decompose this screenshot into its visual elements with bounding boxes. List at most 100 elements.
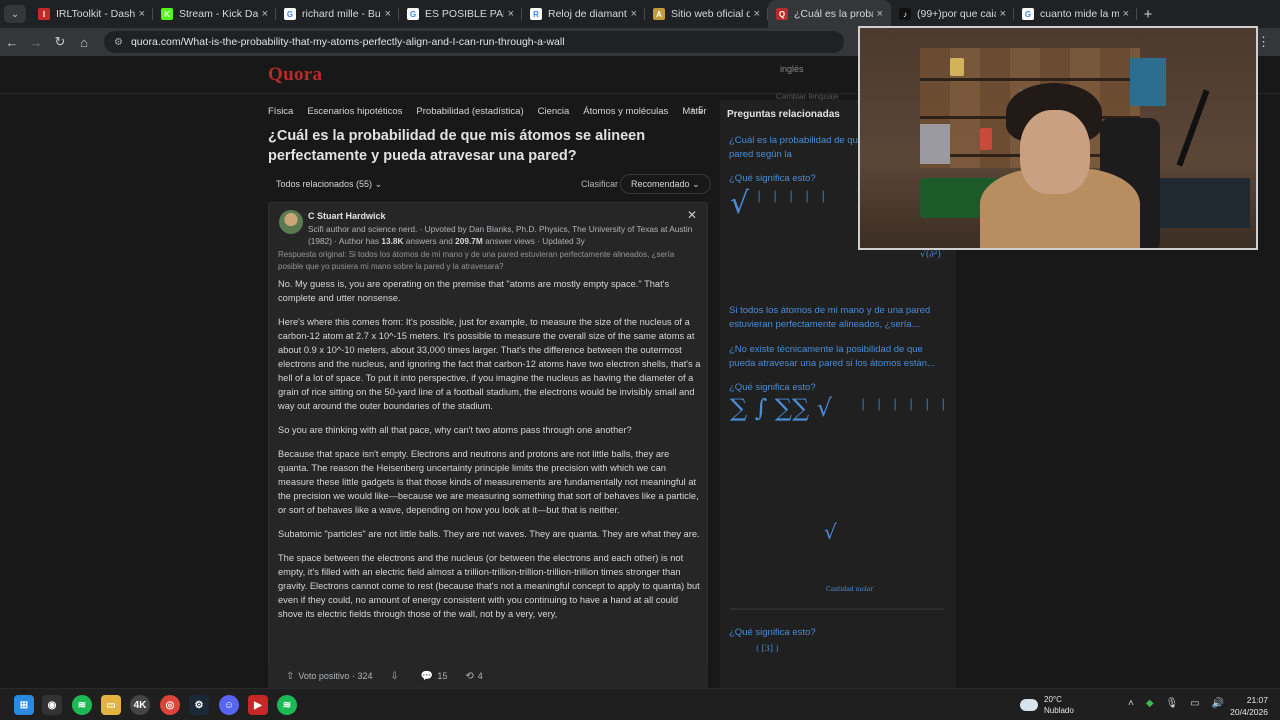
sort-value: Recomendado: [631, 179, 690, 189]
share-button[interactable]: ⟲ 4: [465, 671, 482, 682]
topic-chip[interactable]: Escenarios hipotéticos: [307, 106, 402, 117]
tab-close-icon[interactable]: ×: [508, 8, 514, 20]
site-info-icon[interactable]: ⚙: [114, 37, 123, 48]
forward-arrow-icon[interactable]: →: [24, 35, 48, 50]
chevron-down-icon: ⌄: [692, 178, 700, 189]
chevron-up-icon[interactable]: ˄: [1128, 698, 1134, 709]
downvote-button[interactable]: ⇩: [390, 671, 402, 682]
tab-title: Stream - Kick Dashbo: [179, 8, 258, 20]
new-tab-button[interactable]: +: [1137, 6, 1159, 23]
file-explorer-icon[interactable]: ▭: [101, 695, 121, 715]
all-related-filter[interactable]: Todos relacionados (55) ⌄: [276, 179, 382, 190]
webcam-figure: [950, 58, 964, 76]
upvote-button[interactable]: ⇧ Voto positivo · 324: [286, 671, 372, 682]
volume-icon[interactable]: 🔊: [1212, 698, 1224, 709]
webcam-plush: [920, 124, 950, 164]
reload-icon[interactable]: ↻: [48, 34, 72, 50]
answer-card: C Stuart Hardwick Scifi author and scien…: [268, 202, 708, 688]
credentials-updated: answer views · Updated 3y: [482, 236, 585, 246]
related-question-link[interactable]: Si todos los átomos de mi mano y de una …: [729, 304, 945, 332]
answer-paragraph: So you are thinking with all that pace, …: [278, 425, 632, 435]
browser-tab[interactable]: A Sitio web oficial de A ×: [645, 0, 768, 28]
tab-favicon-icon: G: [1022, 8, 1034, 20]
spotify-icon[interactable]: ≋: [72, 695, 92, 715]
tab-favicon-icon: K: [161, 8, 173, 20]
weather-widget[interactable]: 20°C Nublado: [1020, 694, 1074, 716]
answer-paragraph: No. My guess is, you are operating on th…: [278, 279, 670, 303]
tab-title: ¿Cuál es la probabilid: [794, 8, 873, 20]
answer-paragraph: Here's where this comes from: It's possi…: [278, 317, 701, 411]
related-question-link[interactable]: ¿No existe técnicamente la posibilidad d…: [729, 343, 945, 371]
chrome-icon[interactable]: ◎: [160, 695, 180, 715]
answer-filters: Todos relacionados (55) ⌄ Clasificar Rec…: [268, 174, 711, 196]
tab-favicon-icon: I: [38, 8, 50, 20]
chevron-down-icon: ⌄: [374, 179, 383, 189]
related-question-link[interactable]: ¿Qué significa esto?: [729, 381, 945, 395]
menu-kebab-icon[interactable]: ⋮: [1257, 34, 1270, 50]
shares-count: 4: [477, 671, 483, 681]
security-icon[interactable]: ◆: [1146, 698, 1154, 709]
start-icon[interactable]: ⊞: [14, 695, 34, 715]
4k-app-icon[interactable]: 4K: [130, 695, 150, 715]
tab-favicon-icon: Q: [776, 8, 788, 20]
avatar[interactable]: [279, 210, 303, 234]
topic-chip[interactable]: Ciencia: [538, 106, 570, 117]
comments-button[interactable]: 💬 15: [421, 671, 447, 682]
browser-tab[interactable]: Q ¿Cuál es la probabilid ×: [768, 0, 891, 28]
upvote-label: Voto positivo: [298, 671, 350, 681]
more-topics-button[interactable]: + 5: [690, 105, 703, 116]
browser-tab[interactable]: K Stream - Kick Dashbo ×: [153, 0, 276, 28]
clock[interactable]: 21:07 20/4/2026: [1224, 694, 1268, 718]
math-radical-icon: √: [730, 186, 750, 221]
answer-actions: ⇧ Voto positivo · 324 ⇩ 💬 15 ⟲ 4: [268, 664, 708, 688]
discord-icon[interactable]: ☺: [219, 695, 239, 715]
obs-icon[interactable]: ◉: [42, 695, 62, 715]
streaming-app-icon[interactable]: ▶: [248, 695, 268, 715]
browser-tab[interactable]: I IRLToolkit - Dashboar ×: [30, 0, 153, 28]
original-question[interactable]: Respuesta original: Si todos los átomos …: [278, 249, 700, 273]
weather-desc: Nublado: [1044, 706, 1074, 715]
close-icon[interactable]: ✕: [687, 208, 697, 222]
author-name[interactable]: C Stuart Hardwick: [308, 211, 386, 221]
all-related-label: Todos relacionados (55): [276, 179, 373, 189]
tab-close-icon[interactable]: ×: [631, 8, 637, 20]
tab-close-icon[interactable]: ×: [754, 8, 760, 20]
address-bar[interactable]: ⚙ quora.com/What-is-the-probability-that…: [104, 31, 844, 53]
math-matrix-icon: ( [3] ): [756, 644, 779, 653]
webcam-person-face: [1020, 110, 1090, 194]
related-questions-title: Preguntas relacionadas: [727, 109, 840, 120]
weather-temp: 20°C: [1044, 695, 1062, 704]
topic-chip[interactable]: Átomos y moléculas: [583, 106, 668, 117]
webcam-shelf-line: [920, 78, 1140, 81]
tab-favicon-icon: G: [284, 8, 296, 20]
steam-icon[interactable]: ⚙: [189, 695, 209, 715]
tab-title: (99+)por que caia re: [917, 8, 996, 20]
browser-tab[interactable]: R Reloj de diamantes E ×: [522, 0, 645, 28]
browser-tab[interactable]: G ES POSIBLE PARA CIE ×: [399, 0, 522, 28]
tab-close-icon[interactable]: ×: [877, 8, 883, 20]
tab-close-icon[interactable]: ×: [385, 8, 391, 20]
tab-close-icon[interactable]: ×: [262, 8, 268, 20]
browser-tab[interactable]: ♪ (99+)por que caia re ×: [891, 0, 1014, 28]
spotify-icon[interactable]: ≋: [277, 695, 297, 715]
tab-close-icon[interactable]: ×: [139, 8, 145, 20]
topic-list: Física Escenarios hipotéticos Probabilidad…: [268, 102, 708, 120]
network-icon[interactable]: ▭: [1190, 698, 1199, 709]
related-question-link[interactable]: ¿Qué significa esto?: [729, 626, 945, 640]
topic-chip[interactable]: Física: [268, 106, 293, 117]
sort-dropdown[interactable]: Recomendado ⌄: [620, 174, 711, 194]
tab-favicon-icon: G: [407, 8, 419, 20]
tab-separator: [1136, 8, 1137, 20]
home-icon[interactable]: ⌂: [72, 35, 96, 50]
microphone-icon[interactable]: 🎙: [1166, 698, 1179, 709]
topic-chip[interactable]: Probabilidad (estadística): [416, 106, 523, 117]
back-arrow-icon[interactable]: ←: [0, 35, 24, 50]
tab-title: richard mille - Buscar: [302, 8, 381, 20]
tab-close-icon[interactable]: ×: [1123, 8, 1129, 20]
chevron-down-icon[interactable]: ⌄: [4, 5, 26, 23]
quora-logo[interactable]: Quora: [268, 64, 322, 86]
browser-tab[interactable]: Grichard mille - Buscar ×: [276, 0, 399, 28]
language-button[interactable]: inglés: [780, 64, 804, 74]
browser-tab[interactable]: Gcuanto mide la mural ×: [1014, 0, 1137, 28]
tab-close-icon[interactable]: ×: [1000, 8, 1006, 20]
